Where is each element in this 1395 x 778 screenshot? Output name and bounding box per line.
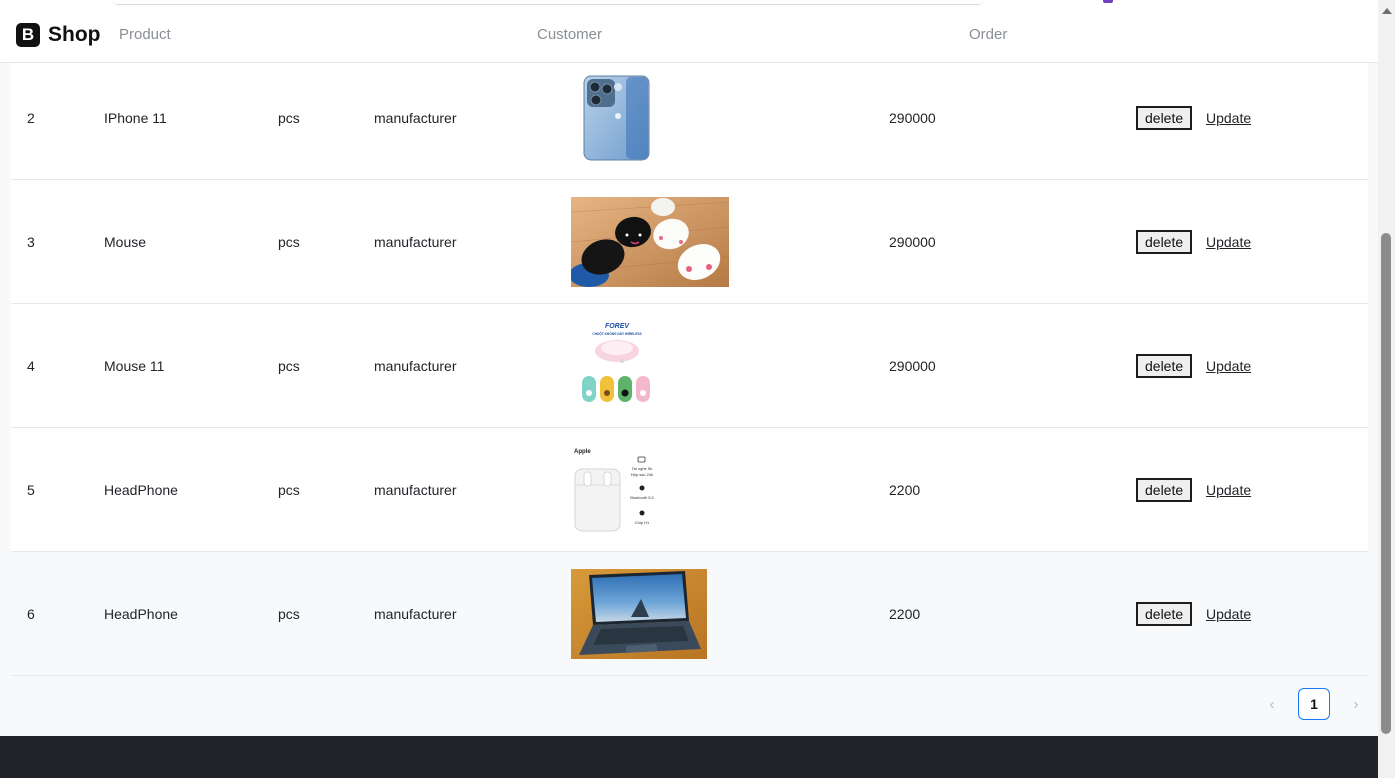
browser-top-strip [113,0,983,5]
page-scrollbar[interactable] [1378,0,1395,778]
cell-name: Mouse [104,233,147,250]
delete-button[interactable]: delete [1136,353,1193,378]
brand-name: Shop [48,23,101,46]
footer [0,736,1378,778]
update-link[interactable]: Update [1206,482,1251,498]
nav-link-customer[interactable]: Customer [537,26,602,43]
scroll-up-arrow-icon[interactable] [1382,8,1392,14]
iphone-image [583,75,650,161]
table-row: 4 Mouse 11 pcs manufacturer FOREV CHUỘT … [11,304,1368,428]
scrollbar-thumb[interactable] [1381,233,1391,734]
cell-name: Mouse 11 [104,357,165,374]
airpods-feature-1: Tai nghe 5h [632,466,653,471]
update-link[interactable]: Update [1206,358,1251,374]
top-marker [1103,0,1113,3]
cell-price: 2200 [889,481,921,498]
table-row: 6 HeadPhone pcs manufacturer 2200 delete… [11,552,1368,676]
cell-price: 290000 [889,233,936,250]
delete-button[interactable]: delete [1136,477,1193,502]
update-link[interactable]: Update [1206,606,1251,622]
cell-manufacturer: manufacturer [374,481,457,498]
cell-id: 5 [27,481,35,498]
cell-unit: pcs [278,481,300,498]
delete-button[interactable]: delete [1136,106,1193,130]
cell-name: IPhone 11 [104,110,167,126]
top-navbar: B Shop Product Customer Order [0,0,1378,63]
brand[interactable]: B Shop [16,23,101,47]
apple-label: Apple [574,449,591,455]
cell-name: HeadPhone [104,481,178,498]
table-row: 2 IPhone 11 pcs manufacturer 290000 dele… [11,57,1368,180]
table-row: 3 Mouse pcs manufacturer 290000 delete U… [11,180,1368,304]
cell-id: 2 [27,110,35,126]
laptop-image [571,568,707,659]
cell-manufacturer: manufacturer [374,357,457,374]
airpods-image: Apple Tai nghe 5h Hộp sạc 24h Bluetooth … [572,444,664,535]
delete-button[interactable]: delete [1136,601,1193,626]
cell-unit: pcs [278,110,300,126]
nav-link-product[interactable]: Product [119,26,171,43]
nav-link-order[interactable]: Order [969,26,1007,43]
cell-unit: pcs [278,605,300,622]
fore-logo-text: FOREV [605,323,630,330]
update-link[interactable]: Update [1206,110,1251,126]
mouse-product-image: FOREV CHUỘT KHÔNG DÂY WIRELESS [577,320,657,411]
cell-manufacturer: manufacturer [374,110,457,126]
cell-id: 6 [27,605,35,622]
cell-id: 4 [27,357,35,374]
cell-unit: pcs [278,233,300,250]
page-button-current[interactable]: 1 [1298,688,1330,720]
cell-manufacturer: manufacturer [374,605,457,622]
cell-price: 2200 [889,605,921,622]
airpods-feature-1b: Hộp sạc 24h [631,472,653,477]
airpods-feature-2: Bluetooth 5.0 [630,495,654,500]
cell-name: HeadPhone [104,605,178,622]
airpods-feature-3: Chip H1 [635,520,650,525]
mouse-image [571,196,729,287]
brand-logo-icon: B [16,23,40,47]
cell-id: 3 [27,233,35,250]
cell-price: 290000 [889,110,936,126]
product-table: 2 IPhone 11 pcs manufacturer 290000 dele… [11,57,1368,676]
cell-price: 290000 [889,357,936,374]
pagination: ‹ 1 › [1256,688,1372,720]
cell-unit: pcs [278,357,300,374]
next-page-icon[interactable]: › [1340,696,1372,713]
delete-button[interactable]: delete [1136,229,1193,254]
table-row: 5 HeadPhone pcs manufacturer Apple Tai n… [11,428,1368,552]
prev-page-icon[interactable]: ‹ [1256,696,1288,713]
fore-tagline-text: CHUỘT KHÔNG DÂY WIRELESS [592,331,641,336]
update-link[interactable]: Update [1206,234,1251,250]
cell-manufacturer: manufacturer [374,233,457,250]
